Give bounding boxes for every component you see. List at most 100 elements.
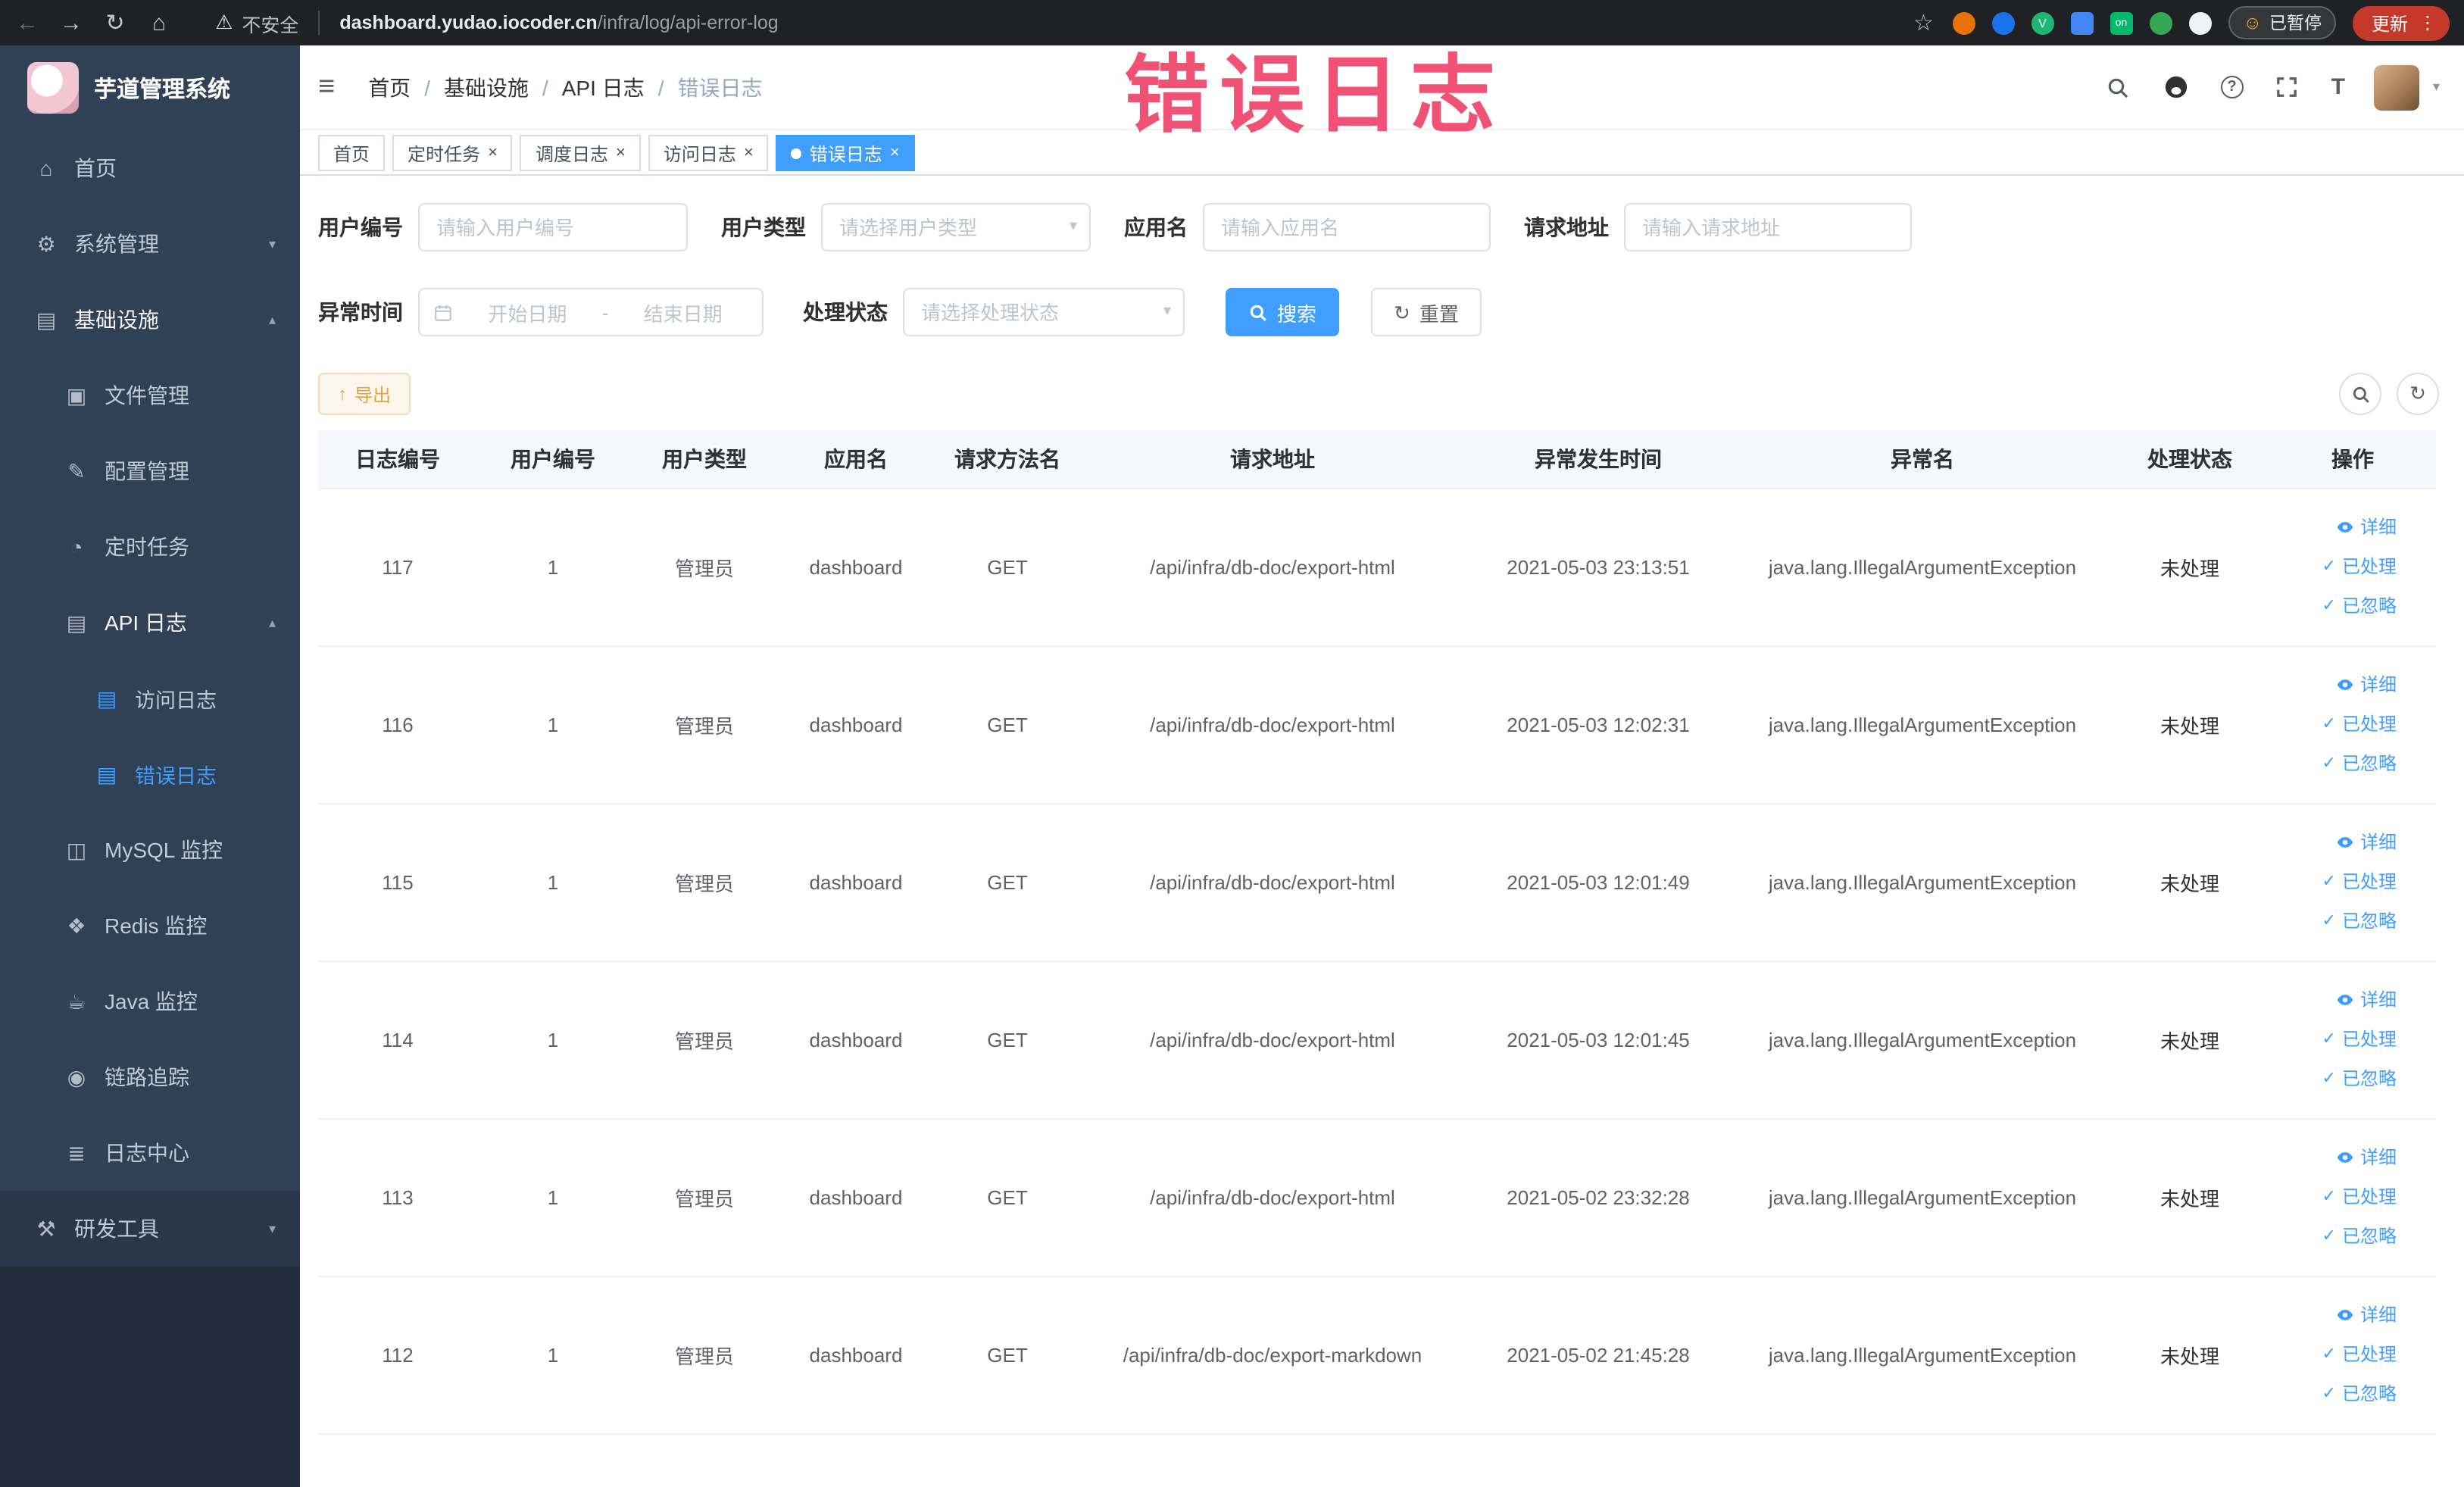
tab-access-log[interactable]: 访问日志 × (648, 135, 769, 171)
detail-link[interactable]: 详细 (2278, 508, 2397, 547)
security-chip[interactable]: ⚠ 不安全 (215, 8, 298, 37)
sidebar-item-system[interactable]: ⚙ 系统管理 ▾ (0, 206, 300, 282)
processed-link[interactable]: ✓ 已处理 (2278, 1177, 2397, 1217)
status-select[interactable]: ▾ (903, 288, 1185, 336)
extension-icon[interactable] (2188, 11, 2212, 34)
extension-icon[interactable] (2070, 11, 2094, 34)
breadcrumb-item[interactable]: 首页 (368, 72, 411, 102)
forward-icon[interactable]: → (59, 10, 83, 36)
sidebar-item-label: 日志中心 (105, 1141, 189, 1165)
breadcrumb-item[interactable]: API 日志 (562, 72, 645, 102)
sidebar-item-redis-monitor[interactable]: ❖ Redis 监控 (0, 888, 300, 964)
active-dot (791, 148, 802, 158)
tab-home[interactable]: 首页 (318, 135, 386, 171)
github-icon[interactable] (2162, 72, 2192, 102)
detail-link[interactable]: 详细 (2278, 1138, 2397, 1177)
ignored-link[interactable]: ✓ 已忽略 (2278, 744, 2397, 783)
check-icon: ✓ (2322, 558, 2336, 576)
request-url-input[interactable] (1624, 203, 1912, 251)
processed-link[interactable]: ✓ 已处理 (2278, 1020, 2397, 1059)
tab-scheduled-tasks[interactable]: 定时任务 × (392, 135, 513, 171)
update-button[interactable]: 更新 ⋮ (2353, 5, 2449, 40)
processed-link[interactable]: ✓ 已处理 (2278, 862, 2397, 901)
refresh-button[interactable]: ↻ (2397, 373, 2439, 415)
help-icon[interactable]: ? (2220, 76, 2244, 98)
sidebar-item-access-log[interactable]: ▤ 访问日志 (0, 661, 300, 736)
sidebar-item-trace[interactable]: ◉ 链路追踪 (0, 1039, 300, 1115)
close-icon[interactable]: × (744, 144, 754, 161)
extension-icon[interactable]: on (2110, 11, 2133, 34)
sidebar-item-label: 基础设施 (74, 308, 159, 332)
processed-link[interactable]: ✓ 已处理 (2278, 1335, 2397, 1374)
sidebar-item-label: API 日志 (105, 611, 187, 635)
font-size-icon[interactable]: T (2331, 74, 2345, 100)
close-icon[interactable]: × (616, 144, 626, 161)
cell-status: 未处理 (2110, 1276, 2269, 1434)
eye-icon (2337, 679, 2353, 690)
extension-icon[interactable] (1991, 11, 2015, 34)
ignored-link[interactable]: ✓ 已忽略 (2278, 586, 2397, 626)
cell-time: 2021-05-02 23:32:28 (1462, 1118, 1735, 1276)
col-actions: 操作 (2269, 430, 2436, 489)
tab-error-log[interactable]: 错误日志 × (776, 135, 915, 171)
export-button[interactable]: ↑ 导出 (318, 373, 411, 415)
sidebar-item-config-manage[interactable]: ✎ 配置管理 (0, 433, 300, 509)
home-nav-icon[interactable]: ⌂ (147, 10, 171, 36)
toggle-search-button[interactable] (2339, 373, 2381, 415)
sidebar-item-error-log[interactable]: ▤ 错误日志 (0, 736, 300, 812)
sidebar-item-mysql-monitor[interactable]: ◫ MySQL 监控 (0, 812, 300, 888)
extension-icon[interactable]: V (2031, 11, 2054, 34)
reload-icon[interactable]: ↻ (103, 9, 127, 36)
user-type-select-input[interactable] (821, 203, 1091, 251)
app-name-input[interactable] (1203, 203, 1491, 251)
cell-user-id: 1 (477, 961, 629, 1119)
close-icon[interactable]: × (890, 144, 900, 161)
menu-dots-icon[interactable]: ⋮ (2419, 12, 2437, 33)
sidebar-item-dev-tools[interactable]: ⚒ 研发工具 ▾ (0, 1191, 300, 1267)
ignored-link[interactable]: ✓ 已忽略 (2278, 1059, 2397, 1098)
sidebar-item-home[interactable]: ⌂ 首页 (0, 130, 300, 206)
detail-link[interactable]: 详细 (2278, 665, 2397, 704)
extension-icon[interactable] (1952, 11, 1975, 34)
avatar-caret-icon[interactable]: ▾ (2433, 79, 2440, 95)
sidebar-item-scheduled-tasks[interactable]: ◔ 定时任务 (0, 509, 300, 585)
cell-user-id: 1 (477, 1276, 629, 1434)
ignored-link[interactable]: ✓ 已忽略 (2278, 1374, 2397, 1414)
user-id-input[interactable] (418, 203, 688, 251)
sidebar-item-api-log[interactable]: ▤ API 日志 ▴ (0, 585, 300, 661)
sidebar-item-java-monitor[interactable]: ☕ Java 监控 (0, 964, 300, 1039)
reset-button[interactable]: ↻ 重置 (1371, 288, 1482, 336)
fullscreen-icon[interactable] (2272, 72, 2303, 102)
cell-actions: 详细 ✓ 已处理 ✓ 已忽略 (2269, 645, 2436, 804)
search-button[interactable]: 搜索 (1226, 288, 1340, 336)
col-status: 处理状态 (2110, 430, 2269, 489)
avatar[interactable] (2373, 64, 2419, 110)
sidebar-item-log-center[interactable]: ≣ 日志中心 (0, 1115, 300, 1191)
sidebar-item-infrastructure[interactable]: ▤ 基础设施 ▴ (0, 282, 300, 358)
ignored-link[interactable]: ✓ 已忽略 (2278, 1217, 2397, 1256)
paused-badge[interactable]: ☺ 已暂停 (2228, 6, 2337, 39)
cell-time: 2021-05-02 21:45:28 (1462, 1276, 1735, 1434)
cell-actions: 详细 ✓ 已处理 ✓ 已忽略 (2269, 1276, 2436, 1434)
status-select-input[interactable] (903, 288, 1185, 336)
processed-link[interactable]: ✓ 已处理 (2278, 547, 2397, 586)
user-type-select[interactable]: ▾ (821, 203, 1091, 251)
bookmark-star-icon[interactable]: ☆ (1911, 9, 1935, 36)
close-icon[interactable]: × (488, 144, 498, 161)
url-host: dashboard.yudao.iocoder.cn (339, 12, 598, 33)
detail-link[interactable]: 详细 (2278, 980, 2397, 1020)
tab-dispatch-log[interactable]: 调度日志 × (520, 135, 641, 171)
exception-time-range[interactable]: 开始日期 - 结束日期 (418, 288, 764, 336)
search-icon[interactable] (2103, 72, 2133, 102)
detail-link[interactable]: 详细 (2278, 823, 2397, 862)
hamburger-icon[interactable]: ≡ (318, 70, 335, 104)
address-bar[interactable]: dashboard.yudao.iocoder.cn /infra/log/ap… (339, 12, 778, 33)
extension-icon[interactable] (2149, 11, 2172, 34)
sidebar-item-file-manage[interactable]: ▣ 文件管理 (0, 358, 300, 433)
processed-link[interactable]: ✓ 已处理 (2278, 704, 2397, 744)
breadcrumb-item[interactable]: 基础设施 (444, 72, 529, 102)
back-icon[interactable]: ← (15, 10, 39, 36)
detail-link[interactable]: 详细 (2278, 1295, 2397, 1335)
cell-status: 未处理 (2110, 488, 2269, 646)
ignored-link[interactable]: ✓ 已忽略 (2278, 901, 2397, 941)
